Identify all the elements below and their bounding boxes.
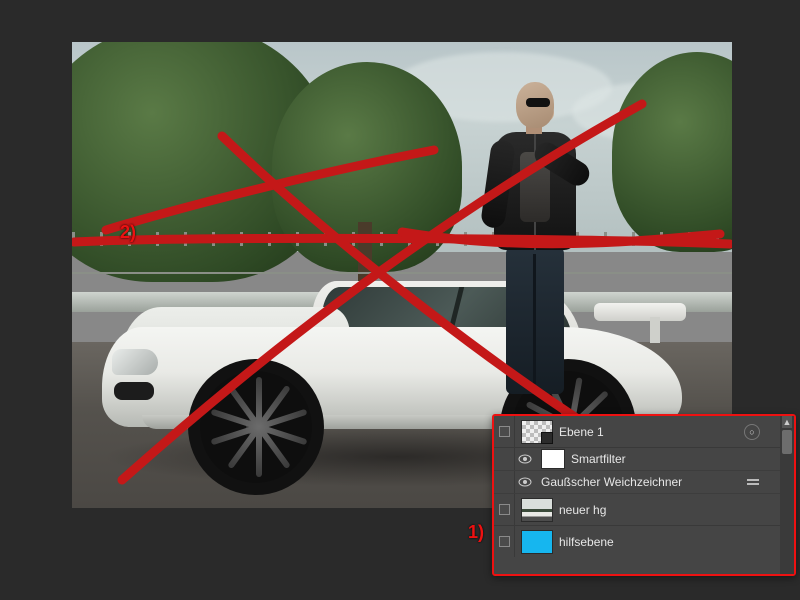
layer-name[interactable]: neuer hg <box>559 503 606 517</box>
filter-blend-options-icon[interactable] <box>746 477 760 487</box>
fence <box>72 232 732 246</box>
layer-row-ebene-1[interactable]: Ebene 1 ○ <box>494 416 780 448</box>
panel-scrollbar[interactable]: ▲ <box>780 416 794 574</box>
layer-name[interactable]: Ebene 1 <box>559 425 604 439</box>
layer-thumbnail[interactable] <box>521 498 553 522</box>
visibility-toggle[interactable] <box>494 526 515 557</box>
layer-row-neuer-hg[interactable]: neuer hg <box>494 494 780 526</box>
smartfilter-label: Smartfilter <box>571 452 626 466</box>
scroll-thumb[interactable] <box>782 430 792 454</box>
layer-thumbnail[interactable] <box>521 420 553 444</box>
visibility-toggle[interactable] <box>515 471 535 493</box>
scroll-up-arrow-icon[interactable]: ▲ <box>782 416 792 428</box>
filter-name[interactable]: Gaußscher Weichzeichner <box>541 475 682 489</box>
eye-icon <box>518 477 532 487</box>
visibility-toggle[interactable] <box>515 448 535 470</box>
visibility-toggle[interactable] <box>494 494 515 525</box>
layer-thumbnail[interactable] <box>521 530 553 554</box>
filter-mask-thumbnail[interactable] <box>541 449 565 469</box>
annotation-1: 1) <box>468 522 484 543</box>
layer-row-hilfsebene[interactable]: hilfsebene <box>494 526 780 557</box>
layers-panel[interactable]: Ebene 1 ○ Smartfilter Gaußscher Weichzei… <box>492 414 796 576</box>
eye-icon <box>518 454 532 464</box>
visibility-toggle[interactable] <box>494 416 515 447</box>
layer-filter-row-gaussian[interactable]: Gaußscher Weichzeichner <box>494 471 780 494</box>
layer-smartfilter-row[interactable]: Smartfilter <box>494 448 780 471</box>
person <box>480 82 590 382</box>
layer-name[interactable]: hilfsebene <box>559 535 614 549</box>
layer-style-badge-icon[interactable]: ○ <box>744 424 760 440</box>
annotation-2: 2) <box>120 222 136 243</box>
